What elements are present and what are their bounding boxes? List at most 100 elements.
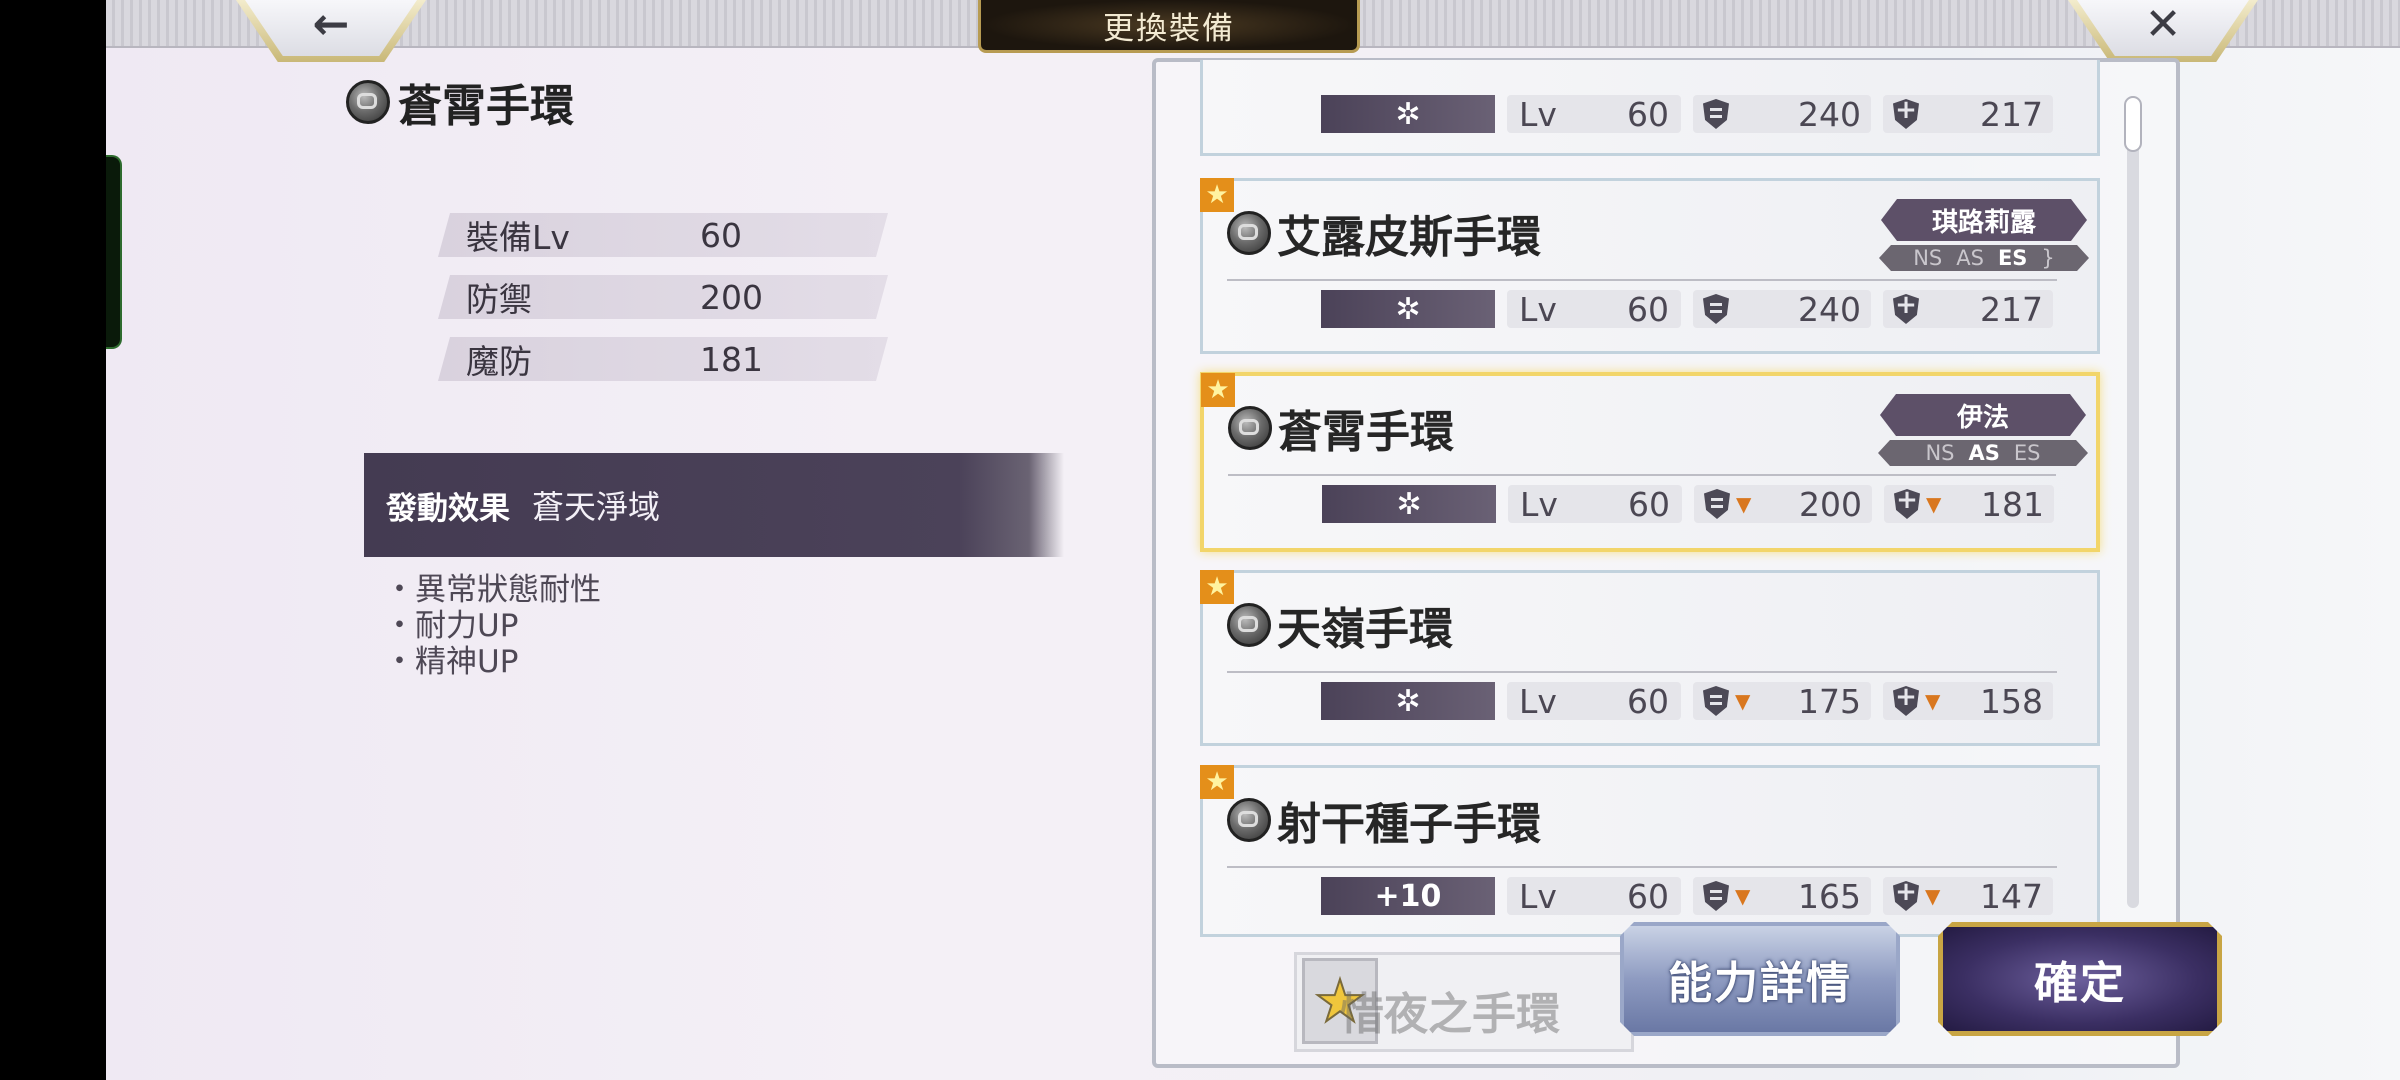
page-title: 更換裝備	[1103, 10, 1235, 47]
defense-chip: 240	[1693, 94, 1871, 134]
level-chip: Lv 60	[1507, 289, 1681, 329]
level-label: Lv	[1519, 876, 1557, 916]
stat-label: 防禦	[466, 280, 532, 319]
divider	[1228, 474, 2056, 476]
decrease-arrow-icon: ▼	[1735, 689, 1751, 713]
equipment-card[interactable]: ★ 艾露皮斯手環 琪路莉露 NS AS ES } ✲ Lv60 240 217	[1200, 178, 2100, 354]
level-chip: Lv 60	[1507, 681, 1681, 721]
character-tag: 琪路莉露	[1881, 199, 2087, 241]
bracelet-icon	[346, 80, 390, 124]
ability-detail-button[interactable]: 能力詳情	[1620, 922, 1900, 1036]
bracelet-icon	[1227, 798, 1271, 842]
skill-chip: ✲	[1321, 95, 1495, 133]
magic-defense-chip: 217	[1883, 289, 2053, 329]
side-drawer-tab[interactable]	[106, 155, 122, 349]
style-tag-active: ES	[1997, 246, 2028, 270]
item-name: 蒼霄手環	[1278, 407, 1454, 458]
style-tag: ES	[2013, 441, 2041, 465]
card-stats: +10 Lv 60 ▼ 165 ▼ 147	[1321, 876, 2053, 916]
bracelet-icon	[1228, 406, 1272, 450]
character-tag: 伊法	[1880, 394, 2086, 436]
stat-row-magic-defense: 魔防 181	[438, 337, 888, 381]
style-tags: NS AS ES }	[1879, 245, 2089, 271]
stat-row-defense: 防禦 200	[438, 275, 888, 319]
decrease-arrow-icon: ▼	[1735, 884, 1751, 908]
defense-value: 240	[1798, 289, 1861, 329]
effect-list: 異常狀態耐性 耐力UP 精神UP	[384, 572, 601, 680]
level-label: Lv	[1519, 289, 1557, 329]
bracelet-icon	[1227, 211, 1271, 255]
style-tag-active: AS	[1968, 441, 2000, 465]
magic-defense-value: 217	[1980, 94, 2043, 134]
magic-defense-icon	[1893, 881, 1919, 911]
enhance-chip: +10	[1321, 877, 1495, 915]
equipment-card[interactable]: ★ 天嶺手環 ✲ Lv60 ▼175 ▼158	[1200, 570, 2100, 746]
level-value: 60	[1627, 681, 1669, 721]
card-stats: ✲ Lv 60 ▼ 175 ▼ 158	[1321, 681, 2053, 721]
title-plate: 更換裝備	[978, 0, 1360, 53]
level-value: 60	[1627, 289, 1669, 329]
magic-defense-chip: 217	[1883, 94, 2053, 134]
defense-icon	[1703, 686, 1729, 716]
skill-chip: ✲	[1321, 290, 1495, 328]
partial-item-title: 惜夜之手環	[1340, 978, 1560, 1042]
level-label: Lv	[1520, 484, 1558, 524]
item-name: 天嶺手環	[1277, 604, 1453, 655]
level-label: Lv	[1519, 94, 1557, 134]
close-button[interactable]: ✕	[2068, 0, 2258, 62]
defense-chip: ▼ 200	[1694, 485, 1872, 524]
level-label: Lv	[1519, 681, 1557, 721]
game-screen: ← ✕ 更換裝備 蒼霄手環 裝備Lv 60 防禦 200 魔防 181 發動效果…	[106, 0, 2400, 1080]
equipment-card[interactable]: ★ 射干種子手環 +10 Lv60 ▼165 ▼147	[1200, 765, 2100, 937]
defense-icon	[1703, 99, 1729, 129]
defense-icon	[1703, 881, 1729, 911]
skill-chip: ✲	[1321, 682, 1495, 720]
detail-name: 蒼霄手環	[398, 81, 574, 132]
decrease-arrow-icon: ▼	[1736, 492, 1752, 516]
level-chip: Lv 60	[1508, 484, 1682, 524]
style-tag: AS	[1956, 246, 1984, 270]
stat-label: 魔防	[466, 342, 532, 381]
level-value: 60	[1627, 94, 1669, 134]
bracelet-icon	[1227, 603, 1271, 647]
style-tags: NS AS ES	[1878, 440, 2088, 466]
defense-chip: ▼ 175	[1693, 682, 1871, 721]
decrease-arrow-icon: ▼	[1925, 689, 1941, 713]
magic-defense-chip: ▼ 181	[1884, 485, 2054, 524]
divider	[1227, 279, 2057, 281]
magic-defense-chip: ▼ 158	[1883, 681, 2053, 721]
magic-defense-icon	[1893, 99, 1919, 129]
equipment-card[interactable]: ✲ Lv 60 240 217	[1200, 60, 2100, 156]
confirm-button[interactable]: 確定	[1938, 922, 2222, 1036]
stat-value: 60	[700, 215, 742, 255]
style-tag: NS	[1913, 246, 1943, 270]
card-stats: ✲ Lv 60 240 217	[1321, 289, 2053, 329]
stat-value: 181	[700, 339, 763, 379]
level-value: 60	[1628, 484, 1670, 524]
card-stats: ✲ Lv 60 240 217	[1321, 94, 2053, 134]
divider	[1227, 671, 2057, 673]
detail-title: 蒼霄手環	[346, 70, 574, 134]
defense-value: 165	[1798, 876, 1861, 916]
back-button[interactable]: ←	[236, 0, 426, 62]
defense-value: 240	[1798, 94, 1861, 134]
stat-row-level: 裝備Lv 60	[438, 213, 888, 257]
stat-value: 200	[700, 277, 763, 317]
defense-icon	[1703, 294, 1729, 324]
style-tag: NS	[1925, 441, 1955, 465]
defense-chip: 240	[1693, 289, 1871, 329]
stat-label: 裝備Lv	[466, 218, 570, 257]
magic-defense-icon	[1894, 489, 1920, 519]
item-name: 射干種子手環	[1277, 799, 1541, 850]
magic-defense-value: 158	[1980, 681, 2043, 721]
item-name: 艾露皮斯手環	[1277, 212, 1541, 263]
scrollbar-thumb[interactable]	[2124, 96, 2142, 152]
back-arrow-icon: ←	[312, 0, 350, 50]
magic-defense-value: 217	[1980, 289, 2043, 329]
scrollbar-track[interactable]	[2127, 96, 2139, 908]
equipment-card-selected[interactable]: ★ 蒼霄手環 伊法 NS AS ES ✲ Lv60 ▼200 ▼181	[1200, 372, 2100, 552]
effect-name: 蒼天淨域	[532, 488, 661, 526]
effect-item: 異常狀態耐性	[384, 572, 601, 608]
level-value: 60	[1627, 876, 1669, 916]
defense-icon	[1704, 489, 1730, 519]
